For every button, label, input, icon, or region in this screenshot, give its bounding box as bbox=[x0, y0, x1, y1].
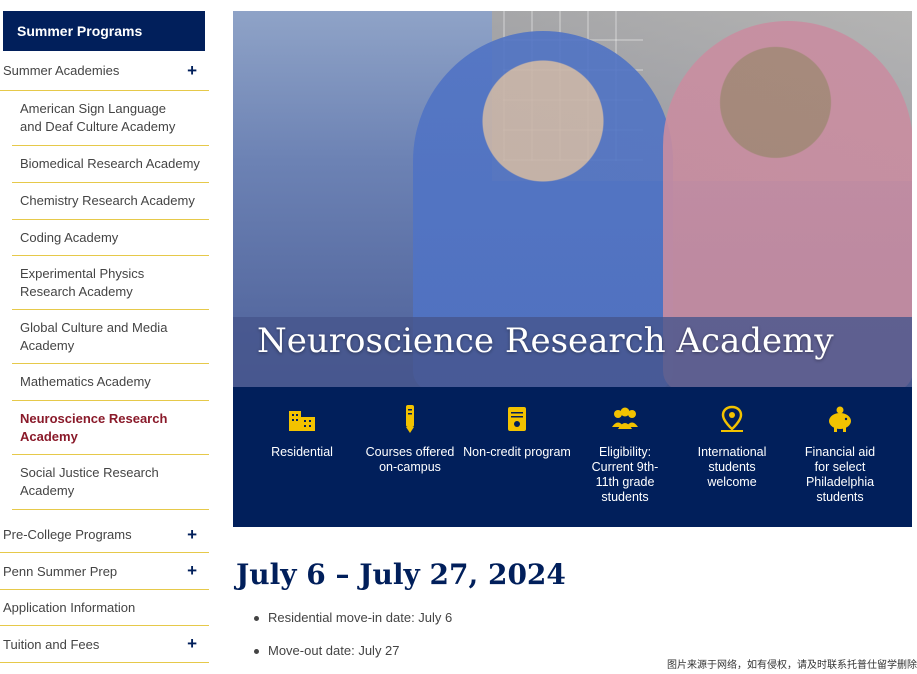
feature-band: Residential Courses offered on-campus No… bbox=[233, 387, 912, 527]
expand-plus-icon[interactable]: + bbox=[187, 561, 197, 581]
feature-residential: Residential bbox=[248, 387, 356, 460]
sidebar-item-pre-college[interactable]: Pre-College Programs + bbox=[0, 517, 209, 553]
feature-financial-aid: Financial aid for select Philadelphia st… bbox=[786, 387, 894, 505]
sidebar-item-label: Summer Academies bbox=[3, 63, 120, 78]
sidebar-item-tuition[interactable]: Tuition and Fees + bbox=[0, 626, 209, 663]
sidebar-item-label: Experimental Physics Research Academy bbox=[20, 265, 145, 299]
pencil-icon bbox=[406, 405, 414, 433]
sidebar-item-physics[interactable]: Experimental Physics Research Academy bbox=[12, 256, 209, 310]
expand-plus-icon[interactable]: + bbox=[187, 61, 197, 81]
sidebar-item-asl-academy[interactable]: American Sign Language and Deaf Culture … bbox=[12, 91, 209, 146]
hero-photo: Neuroscience Research Academy bbox=[233, 11, 912, 387]
sidebar-item-label: Pre-College Programs bbox=[3, 527, 132, 542]
sidebar-item-label: Social Justice Research Academy bbox=[20, 465, 159, 498]
sidebar-item-biomedical[interactable]: Biomedical Research Academy bbox=[12, 146, 209, 183]
sidebar-item-social-justice[interactable]: Social Justice Research Academy bbox=[12, 455, 209, 510]
building-icon bbox=[289, 411, 315, 431]
feature-label: Non-credit program bbox=[463, 445, 571, 459]
sidebar-item-coding[interactable]: Coding Academy bbox=[12, 220, 209, 256]
session-dates-heading: July 6 – July 27, 2024 bbox=[236, 558, 566, 591]
sidebar-item-label: Mathematics Academy bbox=[20, 374, 151, 389]
sidebar-item-label: Global Culture and Media Academy bbox=[20, 319, 168, 353]
feature-label: Financial aid for select Philadelphia st… bbox=[804, 445, 876, 504]
watermark-text: 图片来源于网络，如有侵权，请及时联系托普仕留学删除 bbox=[667, 660, 917, 671]
students-group-icon bbox=[612, 407, 638, 429]
list-item: Move-out date: July 27 bbox=[252, 641, 452, 674]
sidebar-item-label: Coding Academy bbox=[20, 229, 119, 245]
sidebar-item-label: Chemistry Research Academy bbox=[20, 193, 195, 208]
map-pin-icon bbox=[721, 405, 743, 432]
sidebar-item-neuroscience[interactable]: Neuroscience Research Academy bbox=[12, 401, 209, 455]
sidebar-item-label: Tuition and Fees bbox=[3, 636, 100, 652]
sidebar-item-chemistry[interactable]: Chemistry Research Academy bbox=[12, 183, 209, 220]
sidebar-item-global-culture[interactable]: Global Culture and Media Academy bbox=[12, 310, 209, 364]
feature-label: International students welcome bbox=[697, 445, 767, 489]
certificate-icon bbox=[508, 407, 526, 431]
expand-plus-icon[interactable]: + bbox=[187, 634, 197, 654]
expand-plus-icon[interactable]: + bbox=[187, 525, 197, 545]
sidebar-item-label: Biomedical Research Academy bbox=[20, 156, 200, 171]
sidebar-item-label: Penn Summer Prep bbox=[3, 563, 118, 579]
feature-international: International students welcome bbox=[678, 387, 786, 490]
sidebar-title: Summer Programs bbox=[3, 11, 205, 51]
feature-label: Eligibility: Current 9th-11th grade stud… bbox=[591, 445, 659, 504]
sidebar-item-label: American Sign Language and Deaf Culture … bbox=[20, 101, 176, 134]
hero-title: Neuroscience Research Academy bbox=[257, 321, 834, 361]
sidebar-item-summer-academies[interactable]: Summer Academies + bbox=[0, 51, 209, 91]
sidebar-item-mathematics[interactable]: Mathematics Academy bbox=[12, 364, 209, 401]
feature-courses: Courses offered on-campus bbox=[356, 387, 464, 475]
sidebar-item-label: Application Information bbox=[3, 600, 136, 615]
sidebar-item-application-info[interactable]: Application Information bbox=[0, 590, 209, 626]
list-item: Residential move-in date: July 6 bbox=[252, 608, 452, 641]
feature-non-credit: Non-credit program bbox=[463, 387, 571, 460]
feature-label: Residential bbox=[271, 445, 333, 459]
sidebar-item-label: Neuroscience Research Academy bbox=[20, 410, 168, 444]
piggy-bank-icon bbox=[829, 406, 851, 432]
session-dates-list: Residential move-in date: July 6 Move-ou… bbox=[252, 608, 452, 674]
feature-eligibility: Eligibility: Current 9th-11th grade stud… bbox=[571, 387, 679, 505]
feature-label: Courses offered on-campus bbox=[365, 445, 455, 474]
sidebar-item-penn-summer-prep[interactable]: Penn Summer Prep + bbox=[0, 553, 209, 590]
